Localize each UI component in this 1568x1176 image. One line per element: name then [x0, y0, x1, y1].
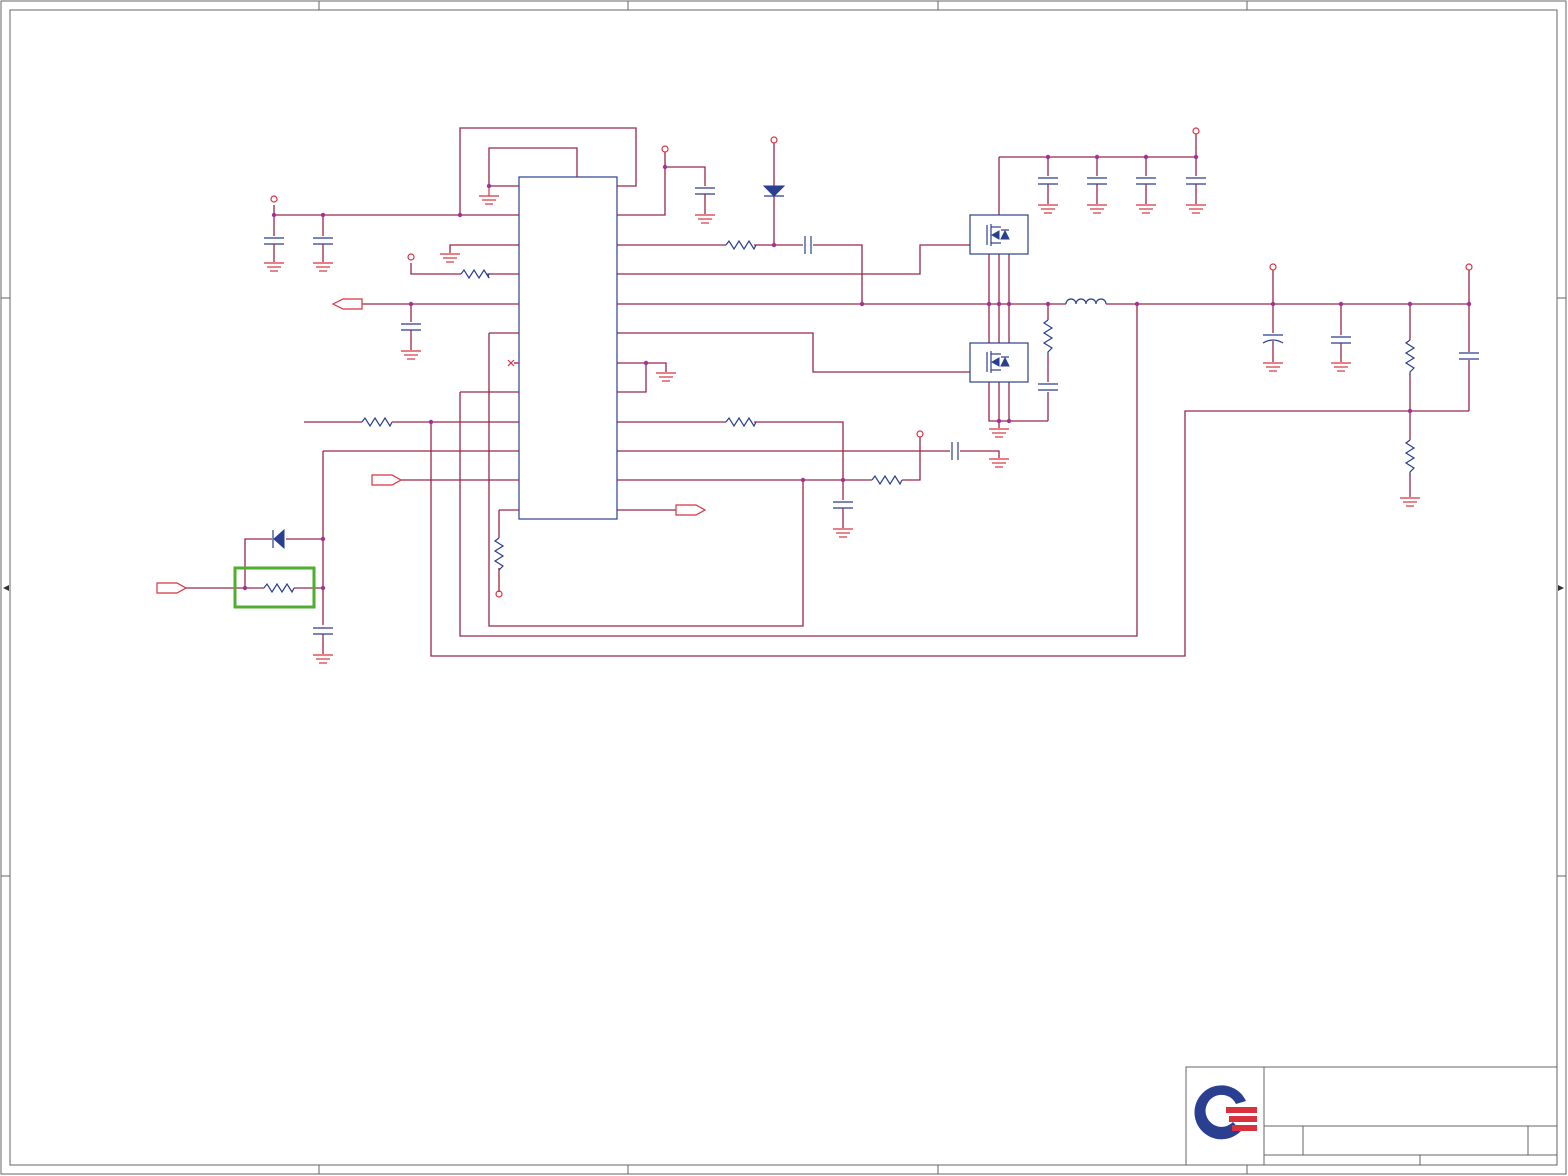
capacitor-c1 [264, 237, 284, 245]
input-series-resistor [263, 582, 295, 594]
high-side-mosfet [969, 214, 1029, 255]
ground-8 [656, 372, 676, 382]
capacitor-c3 [401, 323, 421, 331]
connector-port-1 [331, 298, 363, 310]
ground-11 [989, 458, 1009, 468]
ground-18 [1400, 497, 1420, 507]
capacitor-c10 [1186, 177, 1206, 185]
wires [185, 127, 1470, 657]
resistor-r7 [493, 537, 505, 571]
capacitor-c8 [1087, 177, 1107, 185]
resistor-r5 [725, 416, 757, 428]
resistor-r6 [871, 474, 903, 486]
bootstrap-capacitor [804, 236, 812, 254]
feedback-resistor-top [1404, 339, 1416, 375]
ground-symbols [264, 186, 1420, 664]
ground-16 [1263, 362, 1283, 372]
vin-terminal-2 [407, 253, 415, 261]
ground-12 [1038, 204, 1058, 214]
vdd-terminal [770, 136, 778, 144]
controller-ic [518, 176, 618, 520]
ground-3 [401, 350, 421, 360]
output-capacitor-c12 [1331, 336, 1351, 344]
feedback-resistor-bottom [1404, 439, 1416, 475]
vcc-terminal [661, 145, 669, 153]
capacitor-c5 [695, 187, 715, 195]
bootstrap-diode [762, 185, 786, 197]
vref-terminal [916, 430, 924, 438]
resistor-r1 [460, 268, 490, 280]
resistor-r4 [725, 239, 757, 251]
schematic-sheet [0, 0, 1568, 1176]
vin-terminal-3 [1192, 127, 1200, 135]
ground-2 [313, 262, 333, 272]
ground-17 [1331, 362, 1351, 372]
schematic-canvas [0, 0, 1567, 1175]
capacitors [264, 177, 1479, 654]
connector-port-4 [156, 582, 188, 594]
connector-port-3 [675, 504, 707, 516]
vout-terminal-2 [1465, 263, 1473, 271]
capacitor-c9 [1136, 177, 1156, 185]
capacitor-c6 [833, 501, 853, 509]
capacitor-c4 [313, 627, 333, 635]
snubber-capacitor [1038, 383, 1058, 391]
output-inductor [1065, 298, 1107, 305]
ground-4 [440, 253, 460, 263]
ground-14 [1136, 204, 1156, 214]
company-logo-icon [1194, 1085, 1257, 1140]
input-diode [272, 528, 285, 550]
capacitor-c2 [313, 237, 333, 245]
resistor-r2 [361, 416, 393, 428]
ground-10 [989, 428, 1009, 438]
title-block [1185, 1066, 1558, 1166]
power-terminals [270, 127, 1473, 598]
ground-5 [479, 195, 499, 205]
ground-6 [313, 654, 333, 664]
snubber-resistor [1042, 319, 1054, 355]
ground-7 [695, 214, 715, 224]
vin-terminal-1 [270, 195, 278, 203]
connector-port-2 [371, 474, 403, 486]
resistors [263, 239, 1416, 594]
no-connect-marker [507, 359, 519, 367]
low-side-mosfet [969, 342, 1029, 383]
capacitor-c15 [951, 442, 959, 460]
feedforward-capacitor [1459, 352, 1479, 360]
ground-1 [264, 262, 284, 272]
ground-9 [833, 528, 853, 538]
ground-15 [1186, 204, 1206, 214]
ground-13 [1087, 204, 1107, 214]
vout-terminal-1 [1269, 263, 1277, 271]
capacitor-c7 [1038, 177, 1058, 185]
